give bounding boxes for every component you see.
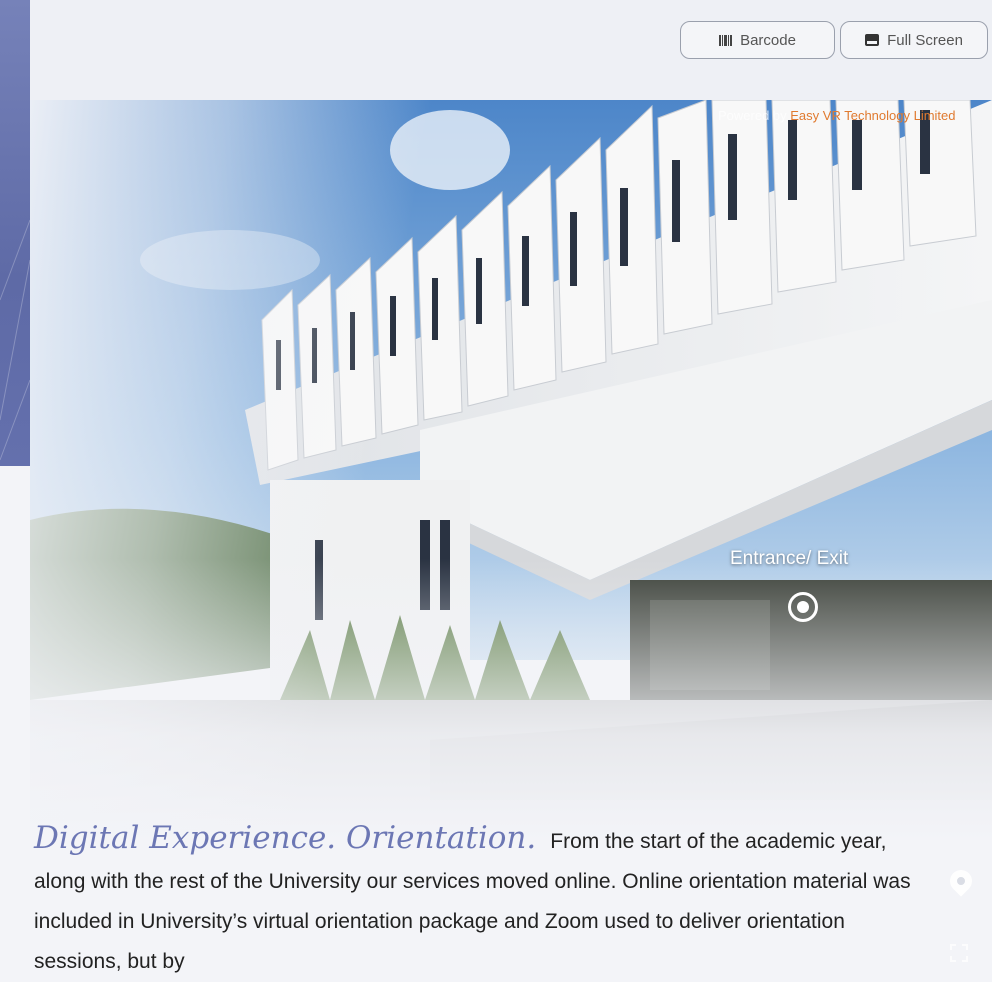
article-heading: Digital Experience. Orientation. — [34, 820, 537, 856]
barcode-icon — [719, 34, 733, 46]
powered-by-text: Powered by — [718, 108, 791, 123]
barcode-button[interactable]: Barcode — [680, 21, 835, 59]
hotspot-label-entrance[interactable]: Entrance/ Exit — [730, 548, 848, 570]
top-toolbar: Barcode Full Screen — [0, 0, 992, 100]
powered-by-credit: Powered by Easy VR Technology Limited — [718, 108, 956, 123]
fullscreen-label: Full Screen — [887, 31, 963, 49]
left-accent-bar — [0, 0, 30, 466]
fullscreen-icon — [865, 34, 880, 46]
article-paragraph: Digital Experience. Orientation. From the… — [34, 818, 934, 982]
powered-by-brand-link[interactable]: Easy VR Technology Limited — [790, 108, 955, 123]
target-icon[interactable] — [788, 592, 818, 622]
fullscreen-button[interactable]: Full Screen — [840, 21, 988, 59]
barcode-label: Barcode — [740, 31, 796, 49]
expand-icon[interactable] — [950, 944, 968, 962]
